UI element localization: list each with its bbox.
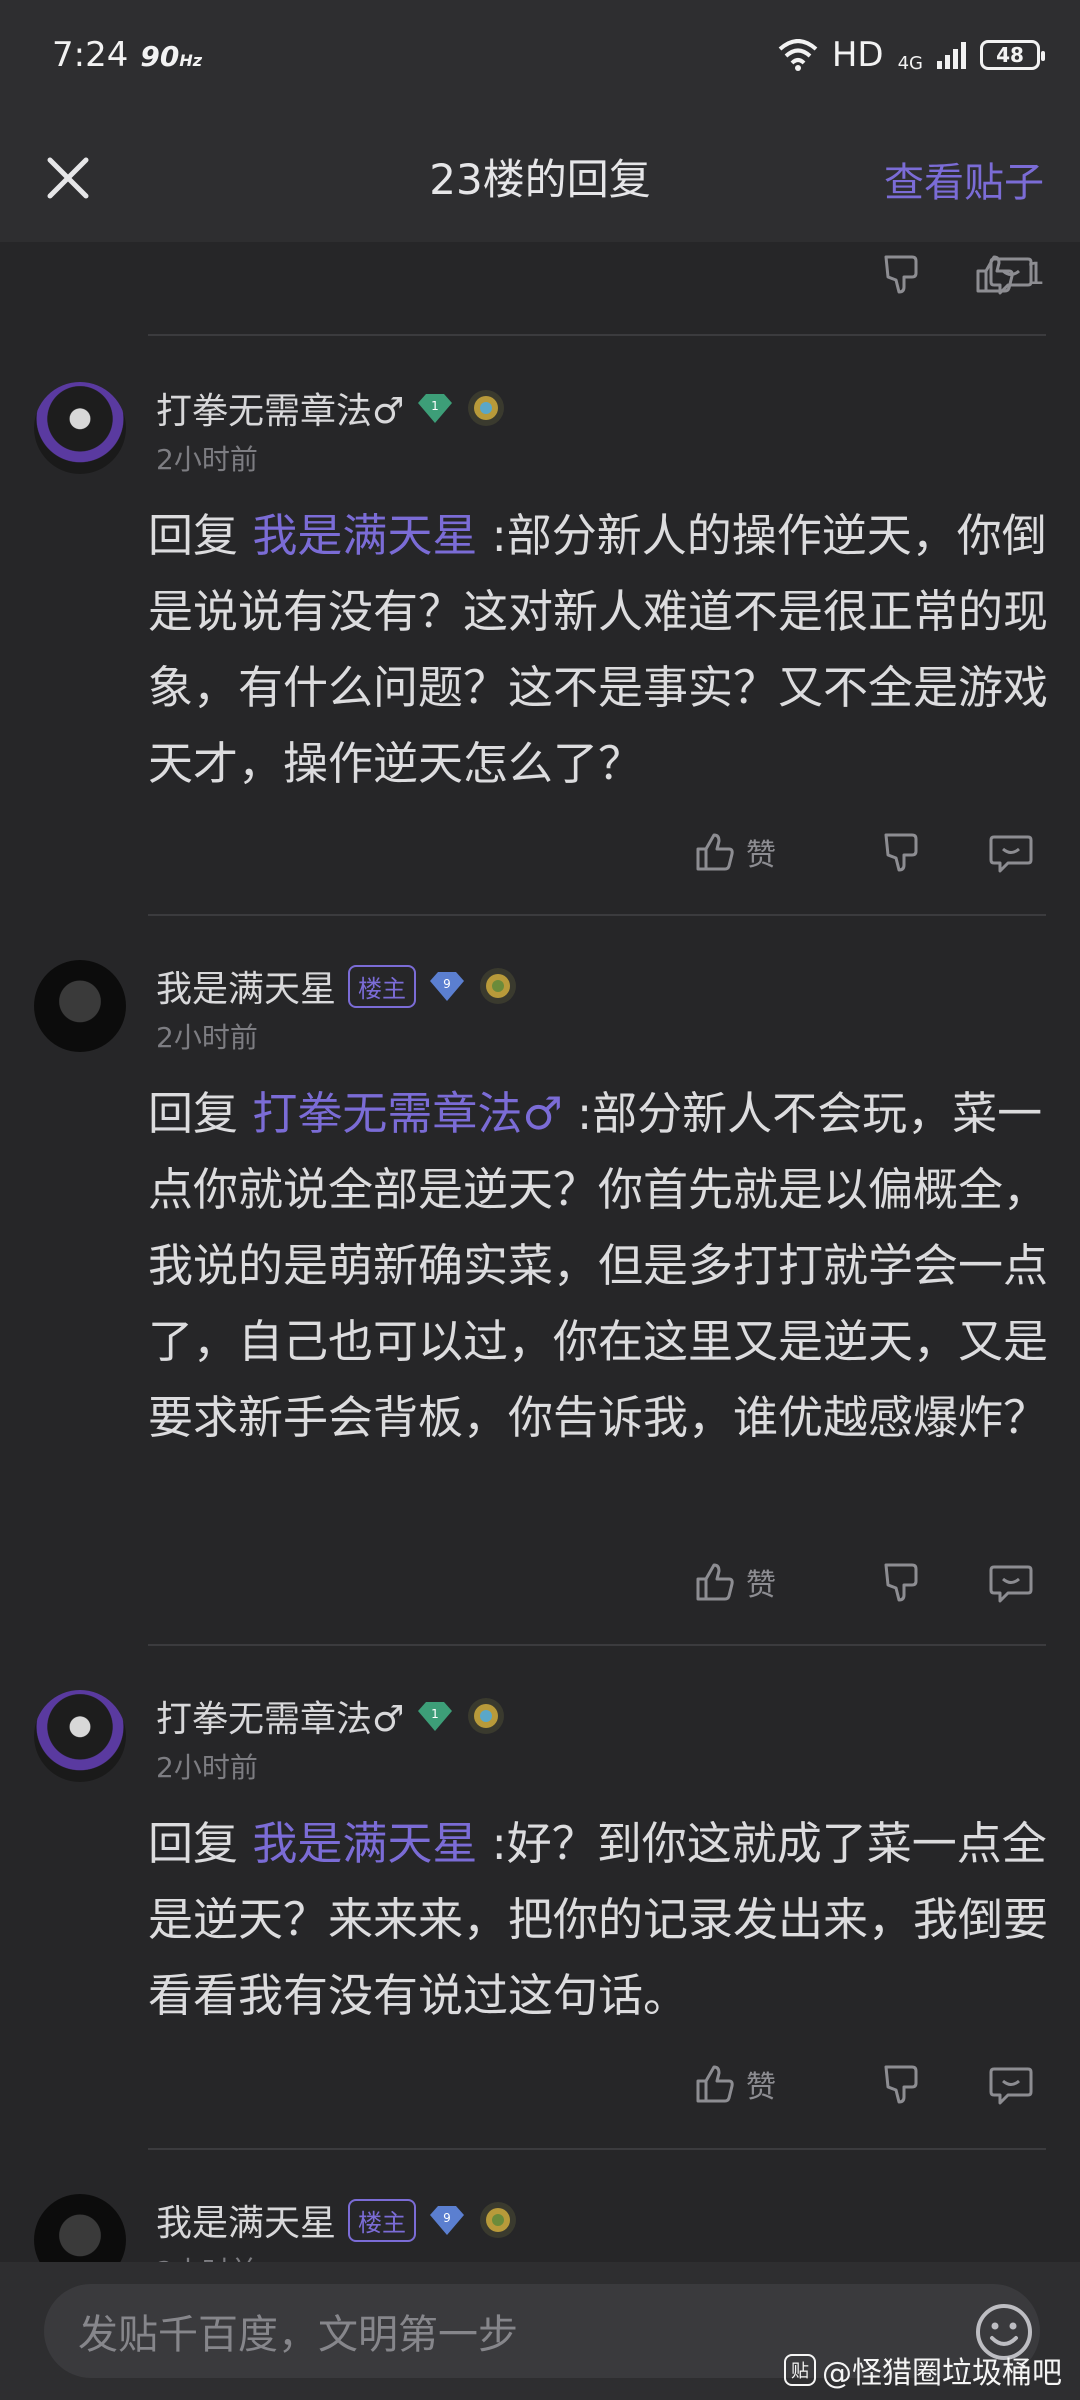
wifi-icon xyxy=(778,39,818,71)
thumbs-down-icon xyxy=(884,2065,918,2104)
avatar[interactable] xyxy=(34,1690,126,1782)
owner-badge: 楼主 xyxy=(348,964,417,1008)
level-number: 1 xyxy=(431,1707,439,1721)
avatar[interactable] xyxy=(34,2194,126,2262)
reply-time: 2小时前 xyxy=(156,443,258,476)
watermark: 贴 @怪猎圈垃圾桶吧 xyxy=(784,2348,1062,2392)
reply-prefix: 回复 xyxy=(148,1087,253,1140)
reply-list: 1 打拳无需章法♂ 1 2小时前 回复 我是满天星 :部分新人的操作逆天，你倒是… xyxy=(0,242,1080,2262)
level-number: 1 xyxy=(431,399,439,413)
like-label: 赞 xyxy=(746,1568,776,1603)
reply-text: :部分新人不会玩，菜一点你就说全部是逆天？你首先就是以偏概全，我说的是萌新确实菜… xyxy=(148,1087,1049,1444)
username[interactable]: 我是满天星 xyxy=(156,960,336,1012)
refresh-rate-value: 90 xyxy=(140,40,180,73)
thumbs-down-icon xyxy=(884,255,918,294)
thumbs-up-icon xyxy=(696,2065,734,2103)
thumbs-up-icon xyxy=(696,833,734,871)
tieba-logo-icon: 贴 xyxy=(784,2354,816,2386)
status-time: 7:24 xyxy=(52,35,129,75)
mention-link[interactable]: 我是满天星 xyxy=(252,1817,477,1870)
reply-body: 回复 打拳无需章法♂ :部分新人不会玩，菜一点你就说全部是逆天？你首先就是以偏概… xyxy=(148,1076,1048,1456)
like-label: 赞 xyxy=(746,2070,776,2105)
reply-input-placeholder: 发贴千百度，文明第一步 xyxy=(78,2312,518,2358)
divider xyxy=(148,914,1046,916)
level-number: 9 xyxy=(443,2211,451,2225)
refresh-rate: 90Hz xyxy=(140,40,202,73)
battery-icon: 48 xyxy=(980,40,1045,70)
dislike-button[interactable] xyxy=(878,1552,924,1612)
username[interactable]: 打拳无需章法♂ xyxy=(156,382,404,434)
comment-icon xyxy=(989,257,1033,295)
divider xyxy=(148,1644,1046,1646)
medal-icon xyxy=(468,1698,505,1734)
level-gem-icon: 9 xyxy=(430,972,465,1001)
reply-body: 回复 我是满天星 :部分新人的操作逆天，你倒是说说有没有？这对新人难道不是很正常… xyxy=(148,498,1048,802)
comment-button[interactable] xyxy=(988,2054,1034,2114)
page-title: 23楼的回复 xyxy=(429,154,651,204)
status-bar: 7:24 90Hz HD 4G 48 xyxy=(0,0,1080,110)
level-number: 9 xyxy=(443,977,451,991)
reply-body: 回复 我是满天星 :好？到你这就成了菜一点全是逆天？来来来，把你的记录发出来，我… xyxy=(148,1806,1048,2034)
divider xyxy=(148,2148,1046,2150)
thumbs-down-icon xyxy=(884,833,918,872)
comment-button[interactable] xyxy=(988,1552,1034,1612)
divider xyxy=(148,334,1046,336)
thumbs-up-icon xyxy=(696,1563,734,1601)
level-gem-icon: 9 xyxy=(430,2206,465,2235)
like-label: 赞 xyxy=(746,838,776,873)
like-button[interactable]: 赞 xyxy=(692,822,776,882)
user-line: 打拳无需章法♂ 1 xyxy=(156,382,506,434)
avatar[interactable] xyxy=(34,382,126,474)
thumbs-down-icon xyxy=(884,1563,918,1602)
medal-icon xyxy=(480,2202,517,2238)
refresh-rate-unit: Hz xyxy=(179,51,203,70)
medal-icon xyxy=(480,968,517,1004)
dislike-button[interactable] xyxy=(878,2054,924,2114)
user-line: 打拳无需章法♂ 1 xyxy=(156,1690,506,1742)
mention-link[interactable]: 打拳无需章法♂ xyxy=(252,1087,562,1140)
owner-badge: 楼主 xyxy=(348,2198,417,2242)
user-line: 我是满天星 楼主 9 xyxy=(156,2194,518,2246)
reply-prefix: 回复 xyxy=(148,1817,253,1870)
comment-icon xyxy=(989,2067,1033,2105)
comment-icon xyxy=(989,1565,1033,1603)
header-bar: 23楼的回复 查看贴子 xyxy=(0,110,1080,242)
watermark-text: @怪猎圈垃圾桶吧 xyxy=(822,2356,1062,2391)
network-gen: 4G xyxy=(897,53,923,74)
comment-button[interactable] xyxy=(988,244,1034,304)
level-gem-icon: 1 xyxy=(418,394,453,423)
battery-level: 48 xyxy=(996,43,1024,67)
avatar[interactable] xyxy=(34,960,126,1052)
bottom-bar: 发贴千百度，文明第一步 贴 @怪猎圈垃圾桶吧 xyxy=(0,2262,1080,2400)
user-line: 我是满天星 楼主 9 xyxy=(156,960,518,1012)
like-button[interactable]: 赞 xyxy=(692,1552,776,1612)
dislike-button[interactable] xyxy=(878,822,924,882)
comment-button[interactable] xyxy=(988,822,1034,882)
medal-icon xyxy=(468,390,505,426)
reply-time: 2小时前 xyxy=(156,2250,258,2262)
close-icon[interactable] xyxy=(40,150,96,206)
reply-time: 2小时前 xyxy=(156,1021,258,1054)
reply-prefix: 回复 xyxy=(148,509,253,562)
signal-icon xyxy=(937,41,966,69)
view-post-link[interactable]: 查看贴子 xyxy=(884,150,1044,208)
like-button[interactable]: 赞 xyxy=(692,2054,776,2114)
dislike-button[interactable] xyxy=(878,244,924,304)
username[interactable]: 我是满天星 xyxy=(156,2194,336,2246)
comment-icon xyxy=(989,835,1033,873)
username[interactable]: 打拳无需章法♂ xyxy=(156,1690,404,1742)
level-gem-icon: 1 xyxy=(418,1702,453,1731)
mention-link[interactable]: 我是满天星 xyxy=(252,509,477,562)
reply-time: 2小时前 xyxy=(156,1751,258,1784)
network-type: HD xyxy=(831,35,884,75)
